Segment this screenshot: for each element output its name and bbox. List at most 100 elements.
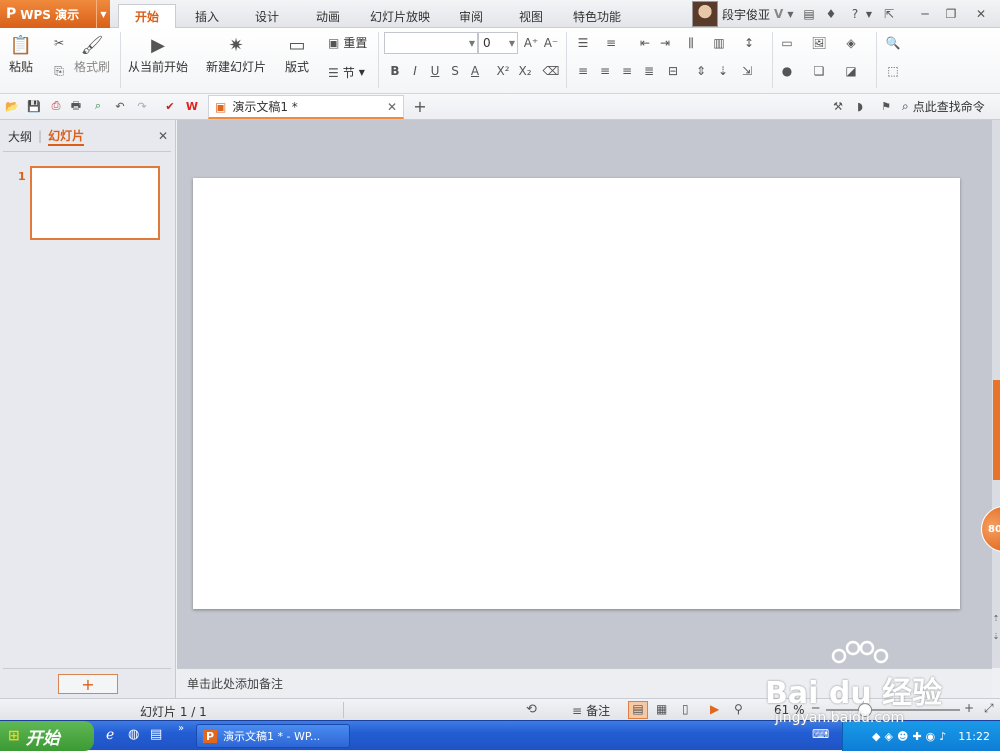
start-button[interactable]: ⊞ 开始 (0, 721, 94, 751)
taskbar-window-item[interactable]: P 演示文稿1 * - WP... (196, 724, 350, 748)
select-icon[interactable]: ⬚ (884, 62, 902, 80)
slide-thumbnail[interactable] (30, 166, 160, 240)
tool-a-icon[interactable]: ⚒ (830, 98, 846, 114)
increase-font-icon[interactable]: A⁺ (522, 34, 540, 52)
skin-icon[interactable]: ▤ (800, 5, 818, 23)
increase-indent-icon[interactable]: ⇥ (656, 34, 674, 52)
distribute-icon[interactable]: ⊟ (664, 62, 682, 80)
open-folder-icon[interactable]: 📂 (4, 98, 20, 114)
picture-icon[interactable]: 🖼 (810, 34, 828, 52)
print-icon[interactable]: 🖶 (68, 98, 84, 114)
format-painter-button[interactable]: 🖌 格式刷 (74, 32, 110, 75)
user-dropdown-icon[interactable]: ▼ (787, 10, 793, 19)
bullet-list-icon[interactable]: ☰ (574, 34, 592, 52)
minimize-icon[interactable]: ─ (916, 5, 934, 23)
copy-icon[interactable]: ⎘ (50, 62, 68, 80)
wps-app-menu-button[interactable]: P WPS 演示 ▼ (0, 0, 110, 28)
layout-button[interactable]: ▭ 版式 (284, 32, 310, 75)
tab-design[interactable]: 设计 (240, 4, 294, 28)
notes-toggle-button[interactable]: ≡ 备注 (572, 702, 610, 719)
normal-view-icon[interactable]: ▤ (628, 701, 648, 719)
indent-options-icon[interactable]: ⇲ (738, 62, 756, 80)
slideshow-view-icon[interactable]: ▶ (710, 702, 719, 716)
close-tab-icon[interactable]: ✕ (387, 100, 403, 114)
font-color-icon[interactable]: A (466, 62, 484, 80)
wps-logo-icon[interactable]: W (184, 98, 200, 114)
play-from-current-button[interactable]: ▶ 从当前开始 (128, 32, 188, 75)
tray-security-icon[interactable]: ◈ (885, 730, 893, 743)
command-search[interactable]: ⌕ 点此查找命令 (902, 98, 985, 115)
numbered-list-icon[interactable]: ≡ (602, 34, 620, 52)
help-dropdown-icon[interactable]: ▼ (860, 5, 878, 23)
reset-button[interactable]: ▣ 重置 (328, 34, 367, 51)
paste-button[interactable]: 📋 粘贴 (8, 32, 34, 75)
slide-canvas[interactable] (193, 178, 960, 609)
tray-plus-icon[interactable]: ✚ (912, 730, 921, 743)
tab-slides[interactable]: 幻灯片 (48, 127, 85, 146)
tray-network-icon[interactable]: ◆ (872, 730, 880, 743)
subscript-icon[interactable]: X₂ (516, 62, 534, 80)
close-panel-icon[interactable]: ✕ (158, 129, 168, 143)
text-box-icon[interactable]: ▭ (778, 34, 796, 52)
font-family-combo[interactable]: ▼ (384, 32, 478, 54)
font-size-combo[interactable]: 0 ▼ (478, 32, 518, 54)
slide-sorter-icon[interactable]: ▦ (656, 702, 667, 716)
undo-icon[interactable]: ↶ (112, 98, 128, 114)
shirt-icon[interactable]: ♦ (822, 5, 840, 23)
close-icon[interactable]: ✕ (972, 5, 990, 23)
shadow-icon[interactable]: S (446, 62, 464, 80)
line-spacing-icon[interactable]: ↕ (740, 34, 758, 52)
new-tab-icon[interactable]: + (412, 97, 428, 116)
prev-slide-icon[interactable]: ⇡ (992, 614, 1000, 623)
tray-antivirus-icon[interactable]: ◉ (926, 730, 936, 743)
restore-icon[interactable]: ❐ (942, 5, 960, 23)
redo-icon[interactable]: ↷ (134, 98, 150, 114)
tab-outline[interactable]: 大纲 (8, 128, 32, 145)
quicklaunch-more-icon[interactable]: » (178, 723, 184, 734)
tray-volume-icon[interactable]: ♪ (939, 730, 946, 743)
tab-animation[interactable]: 动画 (300, 4, 356, 28)
line-spacing-down-icon[interactable]: ⇣ (714, 62, 732, 80)
paragraph-spacing-icon[interactable]: ⇕ (692, 62, 710, 80)
tab-slideshow[interactable]: 幻灯片放映 (362, 4, 438, 28)
decrease-indent-icon[interactable]: ⇤ (636, 34, 654, 52)
show-desktop-icon[interactable]: ▤ (150, 727, 162, 742)
tab-view[interactable]: 视图 (504, 4, 558, 28)
bold-icon[interactable]: B (386, 62, 404, 80)
add-slide-button[interactable]: + (58, 674, 118, 694)
new-slide-button[interactable]: ✷ 新建幻灯片 (206, 32, 266, 75)
find-replace-icon[interactable]: 🔍 (884, 34, 902, 52)
side-panel-handle[interactable] (993, 380, 1000, 480)
share-icon[interactable]: ⚑ (878, 98, 894, 114)
fit-window-icon[interactable]: ⤢ (984, 701, 994, 716)
arrange-icon[interactable]: ❏ (810, 62, 828, 80)
export-pdf-icon[interactable]: ⎙ (48, 98, 64, 114)
collapse-ribbon-icon[interactable]: ⇱ (880, 5, 898, 23)
fill-color-icon[interactable]: ◈ (842, 34, 860, 52)
next-slide-icon[interactable]: ⇣ (992, 632, 1000, 641)
clear-format-icon[interactable]: ⌫ (542, 62, 560, 80)
tab-home[interactable]: 开始 (118, 4, 176, 28)
reading-view-icon[interactable]: ▯ (682, 702, 689, 716)
user-account[interactable]: 段宇俊亚 V ▼ (692, 0, 796, 28)
tab-special-features[interactable]: 特色功能 (564, 4, 630, 28)
save-icon[interactable]: 💾 (26, 98, 42, 114)
justify-icon[interactable]: ≣ (640, 62, 658, 80)
ie-icon[interactable]: ℯ (106, 727, 114, 743)
scissors-icon[interactable]: ✂ (50, 34, 68, 52)
tray-qq-icon[interactable]: ☻ (897, 730, 908, 743)
pin-icon[interactable]: ⚲ (734, 702, 743, 716)
shapes-icon[interactable]: ● (778, 62, 796, 80)
italic-icon[interactable]: I (406, 62, 424, 80)
columns-icon[interactable]: ▥ (710, 34, 728, 52)
avatar[interactable] (692, 1, 718, 27)
underline-icon[interactable]: U (426, 62, 444, 80)
superscript-icon[interactable]: X² (494, 62, 512, 80)
chart-icon[interactable]: ◪ (842, 62, 860, 80)
history-icon[interactable]: ⟲ (526, 702, 537, 717)
decrease-font-icon[interactable]: A⁻ (542, 34, 560, 52)
print-preview-icon[interactable]: ⌕ (90, 98, 106, 114)
align-center-icon[interactable]: ≡ (596, 62, 614, 80)
align-left-icon[interactable]: ≡ (574, 62, 592, 80)
quicklaunch-icon[interactable]: ◍ (128, 727, 139, 742)
